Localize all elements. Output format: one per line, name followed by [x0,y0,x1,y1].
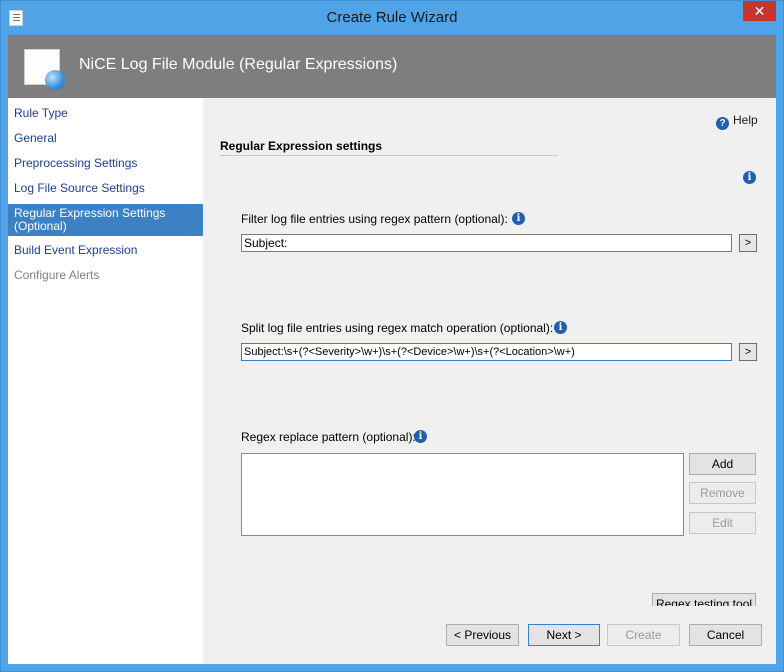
nav-item-rule-type[interactable]: Rule Type [8,104,203,122]
help-link[interactable]: ? Help [716,113,758,130]
wizard-footer: < Previous Next > Create Cancel [203,606,776,664]
nav-item-configure-alerts[interactable]: Configure Alerts [8,266,203,284]
wizard-content: ? Help i Regular Expression settings Filt… [203,98,776,615]
replace-pattern-list[interactable] [241,453,684,536]
module-icon [24,49,65,90]
wizard-client: NiCE Log File Module (Regular Expression… [8,35,776,664]
nav-item-preprocessing-settings[interactable]: Preprocessing Settings [8,154,203,172]
filter-info-icon[interactable]: i [512,212,525,225]
help-icon: ? [716,117,729,130]
title-bar[interactable]: Create Rule Wizard ✕ [1,1,783,35]
section-info-icon[interactable]: i [743,171,756,184]
window-title: Create Rule Wizard [326,9,458,26]
create-button[interactable]: Create [607,624,680,646]
remove-button[interactable]: Remove [689,482,756,504]
previous-button[interactable]: < Previous [446,624,519,646]
nav-item-build-event-expression[interactable]: Build Event Expression [8,241,203,259]
wizard-nav: Rule Type General Preprocessing Settings… [8,98,203,664]
cancel-button[interactable]: Cancel [689,624,762,646]
next-button[interactable]: Next > [528,624,600,646]
replace-info-icon[interactable]: i [414,430,427,443]
wizard-window: Create Rule Wizard ✕ NiCE Log File Modul… [0,0,784,672]
replace-label: Regex replace pattern (optional): [241,430,416,444]
nav-item-regular-expression-settings[interactable]: Regular Expression Settings (Optional) [8,204,203,236]
nav-item-log-file-source-settings[interactable]: Log File Source Settings [8,179,203,197]
nav-item-general[interactable]: General [8,129,203,147]
wizard-header: NiCE Log File Module (Regular Expression… [8,35,776,98]
split-label: Split log file entries using regex match… [241,321,554,335]
split-info-icon[interactable]: i [554,321,567,334]
edit-button[interactable]: Edit [689,512,756,534]
add-button[interactable]: Add [689,453,756,475]
filter-label: Filter log file entries using regex patt… [241,212,508,226]
split-pattern-input[interactable]: Subject:\s+(?<Severity>\w+)\s+(?<Device>… [241,343,732,361]
header-title: NiCE Log File Module (Regular Expression… [79,56,398,73]
close-button[interactable]: ✕ [743,1,776,21]
filter-pattern-input[interactable]: Subject: [241,234,732,252]
section-title: Regular Expression settings [220,139,558,156]
filter-expand-button[interactable]: > [739,234,757,252]
split-expand-button[interactable]: > [739,343,757,361]
help-label: Help [733,113,758,127]
